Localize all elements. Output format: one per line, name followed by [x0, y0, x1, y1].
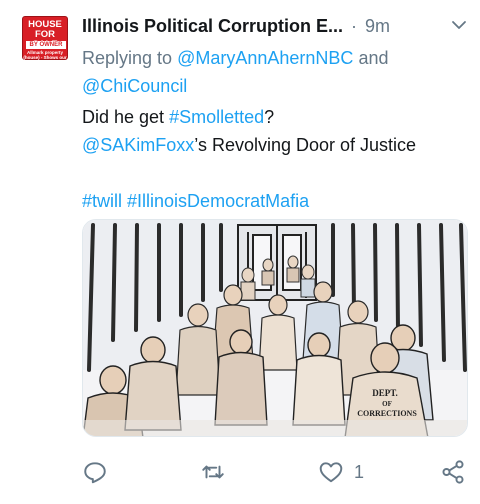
reply-button[interactable] [82, 458, 118, 486]
jacket-text-3: CORRECTIONS [357, 409, 417, 418]
jacket-text-1: DEPT. [372, 388, 398, 398]
mention-sakimfoxx[interactable]: @SAKimFoxx [82, 135, 194, 155]
hashtag-smolletted[interactable]: #Smolletted [169, 107, 264, 127]
reply-icon [84, 462, 106, 484]
tweet-timestamp[interactable]: 9m [365, 16, 390, 37]
reply-prefix: Replying to [82, 48, 173, 68]
house-for-sale-sign-logo: HOUSE FOR SALE BY OWNER Allmark property… [22, 16, 68, 64]
cartoon-illustration: DEPT. OF CORRECTIONS [83, 220, 467, 436]
hashtag-illinoisdemocratmafia[interactable]: #IllinoisDemocratMafia [127, 191, 309, 211]
reply-and: and [358, 48, 389, 68]
share-button[interactable] [440, 458, 466, 486]
mention-chicouncil[interactable]: @ChiCouncil [82, 76, 187, 96]
tweet-line-1: Did he get #Smolletted? [82, 103, 472, 131]
tweet-text-start: Did he get [82, 107, 170, 127]
tweet-line-2: @SAKimFoxx’s Revolving Door of Justice [82, 131, 472, 159]
mention-maryannahern[interactable]: @MaryAnnAhernNBC [177, 48, 353, 68]
replying-to-line: Replying to @MaryAnnAhernNBC and @ChiCou… [82, 44, 467, 100]
jacket-text-2: OF [382, 400, 392, 408]
share-icon [442, 460, 464, 484]
chevron-down-icon[interactable] [450, 16, 468, 34]
tweet-text-question: ? [264, 107, 275, 127]
hashtag-twill[interactable]: #twill [82, 191, 122, 211]
heart-icon [319, 462, 343, 483]
tweet-header: Illinois Political Corruption E... · 9m [82, 14, 472, 38]
like-button[interactable]: 1 [318, 458, 364, 486]
tweet-actions: 1 [82, 454, 472, 490]
author-avatar[interactable]: HOUSE FOR SALE BY OWNER Allmark property… [20, 14, 70, 64]
tweet-text-revolving: ’s Revolving Door of Justice [194, 135, 417, 155]
tweet-image-cartoon[interactable]: DEPT. OF CORRECTIONS [82, 219, 468, 437]
tweet-text: Did he get #Smolletted? @SAKimFoxx’s Rev… [82, 103, 472, 215]
avatar-sign-line-4: Allmark property (house) - Shows our own [23, 50, 67, 64]
header-separator: · [351, 15, 358, 36]
retweet-button[interactable] [200, 458, 236, 486]
avatar-sign-line-3: BY OWNER [26, 41, 66, 49]
retweet-icon [202, 465, 224, 479]
tweet-line-hashtags: #twill #IllinoisDemocratMafia [82, 187, 472, 215]
tweet-card[interactable]: HOUSE FOR SALE BY OWNER Allmark property… [0, 0, 480, 504]
like-count: 1 [354, 461, 365, 482]
author-name[interactable]: Illinois Political Corruption E... [82, 16, 343, 37]
